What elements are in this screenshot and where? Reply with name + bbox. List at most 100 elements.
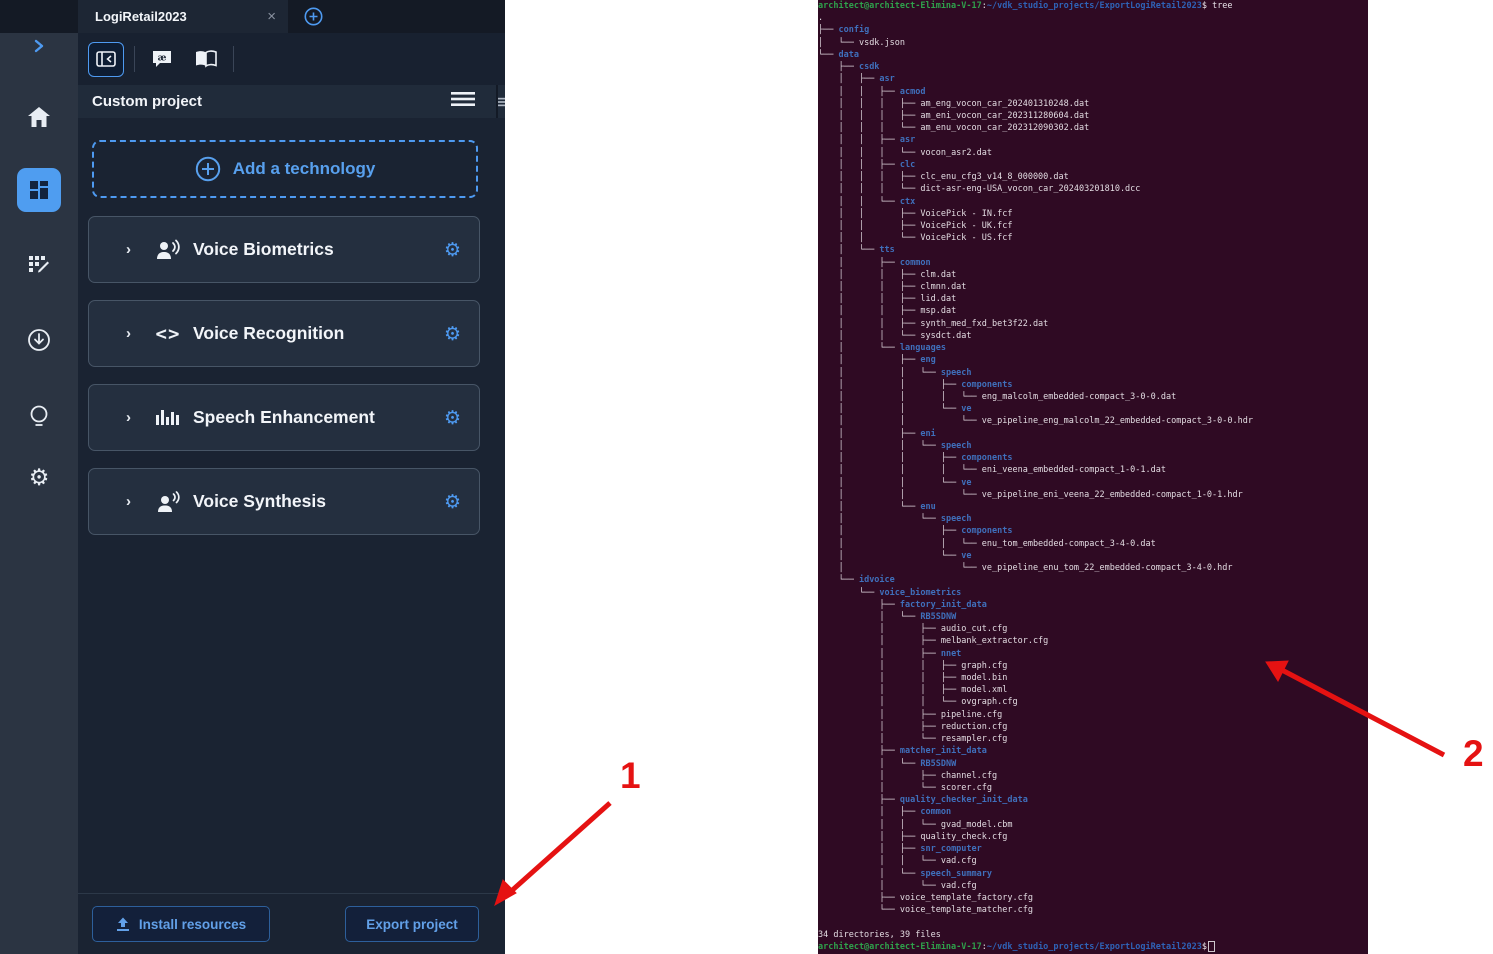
- prompt-segment: architect@architect-Elimina-V-17: [818, 942, 982, 952]
- technology-card-voice-biometrics[interactable]: › Voice Biometrics ⚙: [88, 216, 480, 283]
- tree-directory-name: common: [900, 258, 931, 268]
- tree-connector: │ └──: [818, 245, 879, 255]
- project-toolbar: æ: [78, 33, 505, 85]
- add-technology-button[interactable]: Add a technology: [92, 140, 478, 198]
- tree-connector: │ │ │ ├──: [818, 172, 920, 182]
- tree-connector: │ │ ├──: [818, 282, 920, 292]
- tab-logiretail2023[interactable]: LogiRetail2023 ×: [78, 0, 288, 33]
- chevron-right-icon[interactable]: ›: [126, 493, 131, 510]
- sidebar-expand-button[interactable]: [0, 29, 78, 63]
- install-resources-button[interactable]: Install resources: [92, 906, 270, 942]
- tree-file-name: VoicePick - IN.fcf: [920, 209, 1012, 219]
- tree-connector: │ │ ├──: [818, 306, 920, 316]
- sidebar-item-home[interactable]: [0, 100, 78, 134]
- chevron-right-icon[interactable]: ›: [126, 409, 131, 426]
- chevron-right-icon[interactable]: ›: [126, 325, 131, 342]
- tree-connector: │ ├──: [818, 636, 941, 646]
- technology-settings-gear-icon[interactable]: ⚙: [444, 491, 461, 513]
- technology-card-voice-synthesis[interactable]: › Voice Synthesis ⚙: [88, 468, 480, 535]
- tree-directory-name: clc: [900, 160, 915, 170]
- tree-file-name: lid.dat: [920, 294, 956, 304]
- chevron-right-icon: [32, 39, 46, 53]
- tree-file-name: model.xml: [961, 685, 1007, 695]
- tree-line: │ └── scorer.cfg: [818, 782, 1368, 794]
- tree-connector: │ │ ├──: [818, 661, 961, 671]
- technology-settings-gear-icon[interactable]: ⚙: [444, 239, 461, 261]
- technology-card-voice-recognition[interactable]: › <> Voice Recognition ⚙: [88, 300, 480, 367]
- sidebar-item-projects-selected[interactable]: [0, 168, 78, 212]
- tree-line: │ │ ├── graph.cfg: [818, 660, 1368, 672]
- sidebar-item-editor[interactable]: [0, 248, 78, 282]
- tree-connector: │ │ └──: [818, 539, 982, 549]
- tree-line: │ │ └── ctx: [818, 196, 1368, 208]
- tree-connector: ├──: [818, 600, 900, 610]
- terminal-prompt-line: architect@architect-Elimina-V-17:~/vdk_s…: [818, 0, 1368, 12]
- tree-line: │ │ ├── acmod: [818, 86, 1368, 98]
- tree-connector: │ │ │ ├──: [818, 99, 920, 109]
- tab-close-icon[interactable]: ×: [267, 8, 276, 25]
- tree-directory-name: matcher_init_data: [900, 746, 987, 756]
- tree-file-name: channel.cfg: [941, 771, 997, 781]
- tree-connector: │ ├──: [818, 807, 920, 817]
- tree-connector: ├──: [818, 746, 900, 756]
- export-project-button[interactable]: Export project: [345, 906, 479, 942]
- tree-line: │ │ └── sysdct.dat: [818, 330, 1368, 342]
- tree-file-name: vocon_asr2.dat: [920, 148, 992, 158]
- terminal-window[interactable]: architect@architect-Elimina-V-17:~/vdk_s…: [818, 0, 1368, 954]
- tree-file-name: clmnn.dat: [920, 282, 966, 292]
- speech-enhancement-icon: [153, 407, 183, 429]
- technology-settings-gear-icon[interactable]: ⚙: [444, 407, 461, 429]
- sidebar-item-settings[interactable]: ⚙: [0, 461, 78, 495]
- sidebar-item-downloads[interactable]: [0, 323, 78, 357]
- tree-connector: │ └──: [818, 563, 982, 573]
- tree-directory-name: snr_computer: [920, 844, 981, 854]
- technology-settings-gear-icon[interactable]: ⚙: [444, 323, 461, 345]
- tree-file-name: am_eng_vocon_car_202401310248.dat: [920, 99, 1089, 109]
- sidebar-item-tips[interactable]: [0, 400, 78, 434]
- arrow-1: [495, 803, 610, 905]
- tree-file-name: clc_enu_cfg3_v14_8_000000.dat: [920, 172, 1068, 182]
- new-tab-button[interactable]: [304, 7, 323, 26]
- tree-line: │ └── ve_pipeline_enu_tom_22_embedded-co…: [818, 562, 1368, 574]
- dashboard-icon: [28, 179, 50, 201]
- tree-line: │ ├── audio_cut.cfg: [818, 623, 1368, 635]
- adjacent-panel-sliver: [496, 85, 505, 118]
- panel-view-button[interactable]: [88, 42, 124, 77]
- tree-directory-name: factory_init_data: [900, 600, 987, 610]
- tree-directory-name: data: [838, 50, 858, 60]
- tree-file-name: clm.dat: [920, 270, 956, 280]
- svg-text:æ: æ: [158, 54, 167, 64]
- tree-file-name: vad.cfg: [941, 881, 977, 891]
- tree-connector: └──: [818, 588, 879, 598]
- technology-label: Voice Biometrics: [193, 239, 334, 260]
- tree-directory-name: languages: [900, 343, 946, 353]
- tree-connector: │ │ └──: [818, 233, 920, 243]
- tree-directory-name: idvoice: [859, 575, 895, 585]
- chevron-right-icon[interactable]: ›: [126, 241, 131, 258]
- panel-menu-button[interactable]: [451, 91, 475, 112]
- tree-file-name: voice_template_factory.cfg: [900, 893, 1033, 903]
- phonetics-button[interactable]: æ: [145, 43, 179, 76]
- tree-line: │ │ │ └── am_enu_vocon_car_202312090302.…: [818, 122, 1368, 134]
- tree-directory-name: eng: [920, 355, 935, 365]
- tree-line: │ │ │ ├── am_eni_vocon_car_202311280604.…: [818, 110, 1368, 122]
- tree-connector: │ │ └──: [818, 368, 941, 378]
- tree-file-name: model.bin: [961, 673, 1007, 683]
- tree-line: │ └── RB5SDNW: [818, 611, 1368, 623]
- tree-directory-name: ve: [961, 404, 971, 414]
- tree-connector: │ ├──: [818, 526, 961, 536]
- technology-card-speech-enhancement[interactable]: › Speech Enhancement ⚙: [88, 384, 480, 451]
- tree-connector: │ │ └──: [818, 197, 900, 207]
- tree-directory-name: nnet: [941, 649, 961, 659]
- tree-line: │ │ └── enu_tom_embedded-compact_3-4-0.d…: [818, 538, 1368, 550]
- tree-connector: │ │ │ ├──: [818, 111, 920, 121]
- documentation-button[interactable]: [189, 43, 223, 76]
- tree-line: │ │ └── vad.cfg: [818, 855, 1368, 867]
- upload-icon: [116, 917, 130, 932]
- tree-directory-name: speech_summary: [920, 869, 992, 879]
- tree-file-name: audio_cut.cfg: [941, 624, 1008, 634]
- tree-directory-name: common: [920, 807, 951, 817]
- tree-connector: │ ├──: [818, 355, 920, 365]
- tree-line: │ └── speech_summary: [818, 868, 1368, 880]
- tree-connector: │ ├──: [818, 258, 900, 268]
